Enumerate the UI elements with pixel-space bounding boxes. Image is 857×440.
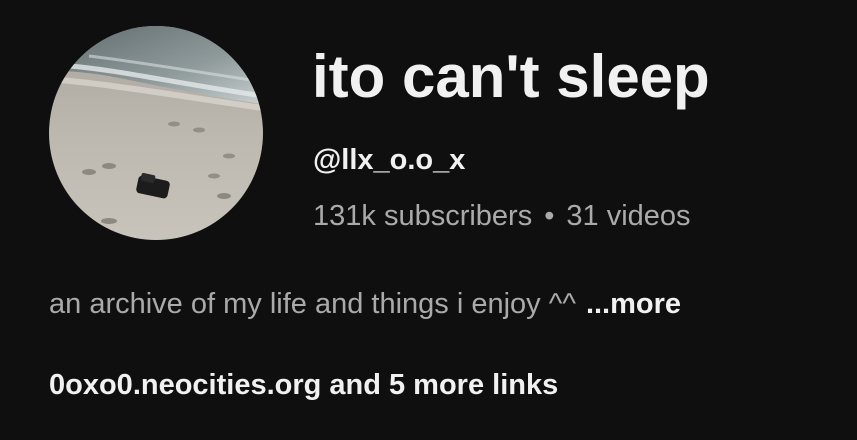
channel-title: ito can't sleep [312,43,710,110]
description-more-button[interactable]: ...more [586,288,681,320]
stats-separator: • [544,200,555,232]
channel-stats: 131k subscribers • 31 videos [313,198,691,234]
channel-description[interactable]: an archive of my life and things i enjoy… [49,286,681,322]
channel-handle: @llx_o.o_x [313,144,466,176]
video-count: 31 videos [566,200,691,232]
channel-links: 0oxo0.neocities.org and 5 more links [49,367,558,403]
channel-avatar[interactable] [49,26,263,240]
description-text: an archive of my life and things i enjoy… [49,288,576,320]
channel-link[interactable]: 0oxo0.neocities.org [49,369,321,401]
beach-photo-image [49,26,263,240]
more-links-button[interactable]: and 5 more links [329,369,558,401]
subscriber-count: 131k subscribers [313,200,533,232]
